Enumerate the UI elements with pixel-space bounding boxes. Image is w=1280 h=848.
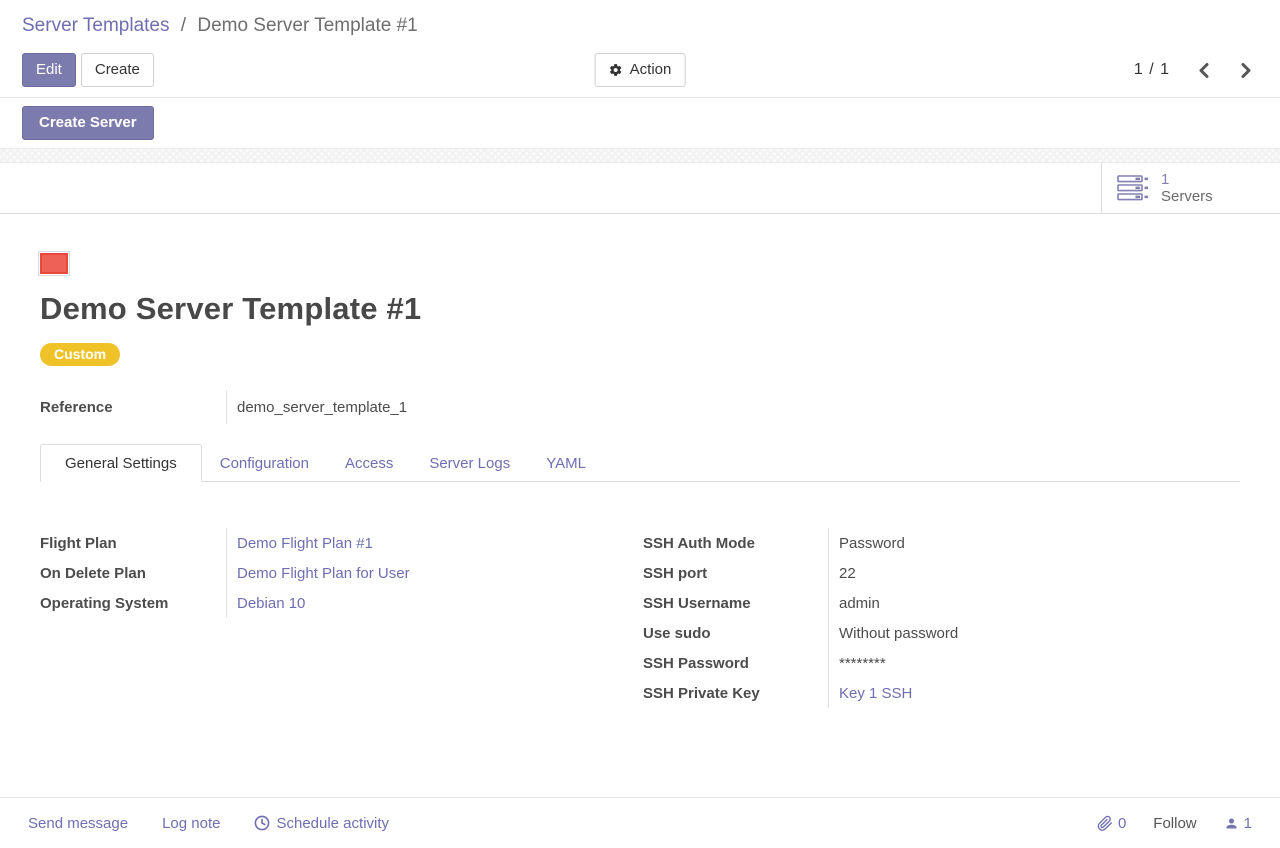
tab-yaml[interactable]: YAML [528, 444, 604, 482]
button-box: 1 Servers [0, 163, 1280, 214]
content-separator-band [0, 148, 1280, 163]
pager-previous-button[interactable] [1196, 60, 1212, 81]
control-panel: Server Templates / Demo Server Template … [0, 0, 1280, 97]
reference-field-value: demo_server_template_1 [226, 390, 1240, 424]
field-row-ssh-username: SSH Username admin [643, 588, 1240, 618]
field-label: Operating System [40, 595, 226, 612]
tab-server-logs[interactable]: Server Logs [411, 444, 528, 482]
field-label: SSH Private Key [643, 685, 828, 702]
tab-general-settings[interactable]: General Settings [40, 444, 202, 482]
reference-field-row: Reference demo_server_template_1 [40, 390, 1240, 424]
field-value: Without password [828, 618, 1240, 648]
fields-column-right: SSH Auth Mode Password SSH port 22 SSH U… [643, 528, 1240, 708]
fields-column-left: Flight Plan Demo Flight Plan #1 On Delet… [40, 528, 643, 708]
field-value: ******** [828, 648, 1240, 678]
action-button[interactable]: Action [595, 53, 686, 87]
attachment-count: 0 [1118, 815, 1126, 832]
tab-label: Server Logs [429, 455, 510, 472]
tab-configuration[interactable]: Configuration [202, 444, 327, 482]
field-value[interactable]: Key 1 SSH [828, 678, 1240, 708]
follower-count: 1 [1244, 815, 1252, 832]
field-label: Flight Plan [40, 535, 226, 552]
person-icon [1224, 816, 1239, 831]
field-row-ssh-password: SSH Password ******** [643, 648, 1240, 678]
log-note-button[interactable]: Log note [162, 815, 220, 832]
tab-label: Access [345, 455, 393, 472]
follow-button[interactable]: Follow [1153, 815, 1196, 832]
schedule-activity-label: Schedule activity [276, 815, 389, 832]
record-title: Demo Server Template #1 [40, 291, 1240, 327]
tab-label: General Settings [65, 455, 177, 472]
chatter-bar: Send message Log note Schedule activity … [0, 797, 1280, 848]
reference-field-label: Reference [40, 399, 226, 416]
field-label: On Delete Plan [40, 565, 226, 582]
field-row-ssh-private-key: SSH Private Key Key 1 SSH [643, 678, 1240, 708]
record-image-thumbnail [40, 253, 68, 274]
action-button-label: Action [630, 60, 672, 80]
gear-icon [609, 63, 623, 77]
edit-button[interactable]: Edit [22, 53, 76, 87]
field-row-on-delete-plan: On Delete Plan Demo Flight Plan for User [40, 558, 643, 588]
attachments-button[interactable]: 0 [1097, 815, 1126, 832]
schedule-activity-button[interactable]: Schedule activity [254, 815, 389, 832]
form-sheet: Demo Server Template #1 Custom Reference… [0, 253, 1280, 708]
breadcrumb-current: Demo Server Template #1 [197, 15, 417, 36]
field-value: 22 [828, 558, 1240, 588]
chevron-right-icon [1240, 62, 1252, 79]
custom-badge: Custom [40, 343, 120, 366]
servers-stat-label: Servers [1161, 188, 1213, 205]
field-row-ssh-port: SSH port 22 [643, 558, 1240, 588]
general-settings-panel: Flight Plan Demo Flight Plan #1 On Delet… [40, 528, 1240, 708]
followers-button[interactable]: 1 [1224, 815, 1252, 832]
breadcrumb: Server Templates / Demo Server Template … [22, 13, 1258, 39]
field-value: Password [828, 528, 1240, 558]
field-value: admin [828, 588, 1240, 618]
pager-value[interactable]: 1 / 1 [1134, 61, 1170, 79]
field-row-flight-plan: Flight Plan Demo Flight Plan #1 [40, 528, 643, 558]
tab-label: YAML [546, 455, 586, 472]
create-button[interactable]: Create [81, 53, 154, 87]
servers-stat-count: 1 [1161, 171, 1213, 188]
servers-icon [1117, 175, 1150, 201]
field-row-use-sudo: Use sudo Without password [643, 618, 1240, 648]
notebook-tabs: General Settings Configuration Access Se… [40, 444, 1240, 482]
field-label: SSH port [643, 565, 828, 582]
field-value[interactable]: Demo Flight Plan #1 [226, 528, 643, 558]
servers-stat-button[interactable]: 1 Servers [1101, 163, 1280, 213]
field-value[interactable]: Debian 10 [226, 588, 643, 618]
pager-next-button[interactable] [1238, 60, 1254, 81]
field-label: SSH Auth Mode [643, 535, 828, 552]
chevron-left-icon [1198, 62, 1210, 79]
form-statusbar: Create Server [0, 97, 1280, 148]
field-row-ssh-auth-mode: SSH Auth Mode Password [643, 528, 1240, 558]
field-label: SSH Password [643, 655, 828, 672]
send-message-button[interactable]: Send message [28, 815, 128, 832]
breadcrumb-separator: / [181, 15, 186, 36]
pager: 1 / 1 [1134, 60, 1254, 81]
clock-icon [254, 815, 270, 831]
field-row-operating-system: Operating System Debian 10 [40, 588, 643, 618]
tab-label: Configuration [220, 455, 309, 472]
reference-field-group: Reference demo_server_template_1 [40, 390, 1240, 424]
field-label: Use sudo [643, 625, 828, 642]
paperclip-icon [1097, 815, 1113, 832]
tab-access[interactable]: Access [327, 444, 411, 482]
field-value[interactable]: Demo Flight Plan for User [226, 558, 643, 588]
create-server-button[interactable]: Create Server [22, 106, 154, 140]
breadcrumb-parent-link[interactable]: Server Templates [22, 15, 170, 36]
field-label: SSH Username [643, 595, 828, 612]
control-panel-buttons: Edit Create Action 1 / 1 [22, 53, 1258, 87]
